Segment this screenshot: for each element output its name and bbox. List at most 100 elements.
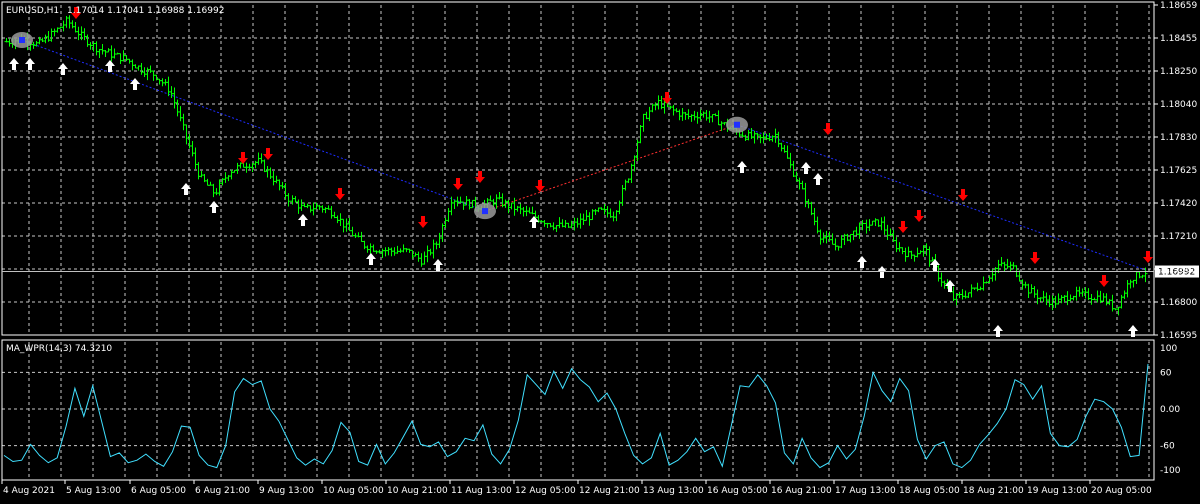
trade-marker-dot (482, 208, 488, 215)
down-arrow-shape (418, 216, 428, 228)
down-arrow-icon (1143, 251, 1153, 263)
indicator-y-tick-label: 60 (1160, 368, 1172, 378)
up-arrow-shape (857, 256, 867, 268)
down-arrow-shape (914, 210, 924, 222)
x-tick-label: 16 Aug 21:00 (771, 486, 832, 496)
x-tick-label: 9 Aug 13:00 (259, 486, 314, 496)
x-tick-label: 10 Aug 05:00 (323, 486, 384, 496)
main-pane-frame (1, 1, 1155, 336)
up-arrow-icon (813, 173, 823, 185)
up-arrow-icon (130, 78, 140, 90)
down-arrow-icon (958, 189, 968, 201)
up-arrow-icon (25, 58, 35, 70)
down-arrow-shape (238, 152, 248, 164)
up-arrow-icon (737, 161, 747, 173)
x-tick-label: 18 Aug 05:00 (899, 486, 960, 496)
trend-line (484, 124, 738, 212)
x-tick-label: 16 Aug 05:00 (707, 486, 768, 496)
trade-marker-dot (19, 37, 25, 44)
down-arrow-icon (914, 210, 924, 222)
grid (2, 5, 1154, 478)
x-tick-label: 6 Aug 21:00 (195, 486, 250, 496)
x-tick-label: 12 Aug 05:00 (515, 486, 576, 496)
up-arrow-shape (298, 214, 308, 226)
down-arrow-icon (263, 148, 273, 160)
y-tick-label: 1.16595 (1160, 331, 1197, 341)
up-arrow-shape (801, 162, 811, 174)
up-arrow-shape (366, 253, 376, 265)
down-arrow-icon (823, 123, 833, 135)
y-tick-label: 1.16800 (1160, 298, 1197, 308)
down-arrow-shape (1099, 275, 1109, 287)
down-arrow-shape (535, 180, 545, 192)
up-arrow-icon (58, 63, 68, 75)
indicator-pane-frame (1, 339, 1155, 481)
down-arrow-shape (263, 148, 273, 160)
y-tick-label: 1.18040 (1160, 100, 1197, 110)
down-arrow-icon (535, 180, 545, 192)
x-tick-label: 19 Aug 13:00 (1027, 486, 1088, 496)
up-arrow-shape (130, 78, 140, 90)
down-arrow-icon (238, 152, 248, 164)
up-arrow-icon (366, 253, 376, 265)
down-arrow-icon (418, 216, 428, 228)
frame: 1.16992 (1, 1, 1199, 481)
chart-symbol-label: EURUSD,H1 (6, 6, 59, 16)
y-tick-label: 1.17830 (1160, 133, 1197, 143)
indicator-y-tick-label: -100 (1160, 466, 1181, 476)
up-arrow-shape (58, 63, 68, 75)
x-tick-label: 11 Aug 13:00 (451, 486, 512, 496)
down-arrow-shape (1143, 251, 1153, 263)
x-tick-label: 13 Aug 13:00 (643, 486, 704, 496)
price-bars (4, 15, 1148, 316)
y-tick-label: 1.17625 (1160, 166, 1197, 176)
down-arrow-shape (662, 92, 672, 104)
up-arrow-shape (813, 173, 823, 185)
down-arrow-shape (453, 178, 463, 190)
up-arrow-shape (9, 58, 19, 70)
signal-arrows (9, 7, 1153, 337)
y-tick-label: 1.18455 (1160, 34, 1197, 44)
up-arrow-shape (105, 60, 115, 72)
down-arrow-icon (453, 178, 463, 190)
indicator-y-tick-label: 100 (1160, 344, 1177, 354)
up-arrow-shape (25, 58, 35, 70)
up-arrow-icon (9, 58, 19, 70)
down-arrow-icon (1099, 275, 1109, 287)
indicator-line (3, 363, 1149, 469)
up-arrow-icon (209, 201, 219, 213)
x-tick-label: 17 Aug 13:00 (835, 486, 896, 496)
indicator-y-tick-label: -60 (1160, 442, 1175, 452)
down-arrow-icon (898, 221, 908, 233)
down-arrow-icon (335, 188, 345, 200)
chart-root: 1.16992 1.18659 1.18455 1.18250 1.18040 1.17… (0, 0, 1200, 500)
y-tick-label: 1.17210 (1160, 232, 1197, 242)
x-tick-label: 12 Aug 21:00 (579, 486, 640, 496)
axis-labels: 1.18659 1.18455 1.18250 1.18040 1.17830 1.176… (1, 1, 1197, 496)
x-tick-label: 5 Aug 13:00 (66, 486, 121, 496)
x-tick-label: 6 Aug 05:00 (131, 486, 186, 496)
y-tick-label: 1.18250 (1160, 67, 1197, 77)
chart-ohlc-label: 1.17014 1.17041 1.16988 1.16992 (67, 6, 224, 16)
chart-canvas: 1.16992 1.18659 1.18455 1.18250 1.18040 1.17… (1, 1, 1199, 496)
down-arrow-icon (662, 92, 672, 104)
x-tick-label: 4 Aug 2021 (3, 486, 55, 496)
up-arrow-shape (737, 161, 747, 173)
x-tick-label: 20 Aug 05:00 (1091, 486, 1152, 496)
down-arrow-icon (1030, 252, 1040, 264)
x-tick-label: 10 Aug 21:00 (387, 486, 448, 496)
down-arrow-shape (898, 221, 908, 233)
down-arrow-shape (1030, 252, 1040, 264)
up-arrow-icon (857, 256, 867, 268)
down-arrow-shape (958, 189, 968, 201)
up-arrow-icon (298, 214, 308, 226)
trade-marker-dot (734, 121, 740, 128)
indicator-header-label: MA_WPR(14,3) 74.3210 (6, 344, 112, 354)
x-tick-label: 18 Aug 21:00 (963, 486, 1024, 496)
up-arrow-icon (105, 60, 115, 72)
y-tick-label: 1.18659 (1160, 1, 1197, 11)
indicator-line-group (3, 363, 1149, 469)
y-tick-label: 1.17005 (1160, 265, 1197, 275)
up-arrow-shape (209, 201, 219, 213)
up-arrow-icon (801, 162, 811, 174)
